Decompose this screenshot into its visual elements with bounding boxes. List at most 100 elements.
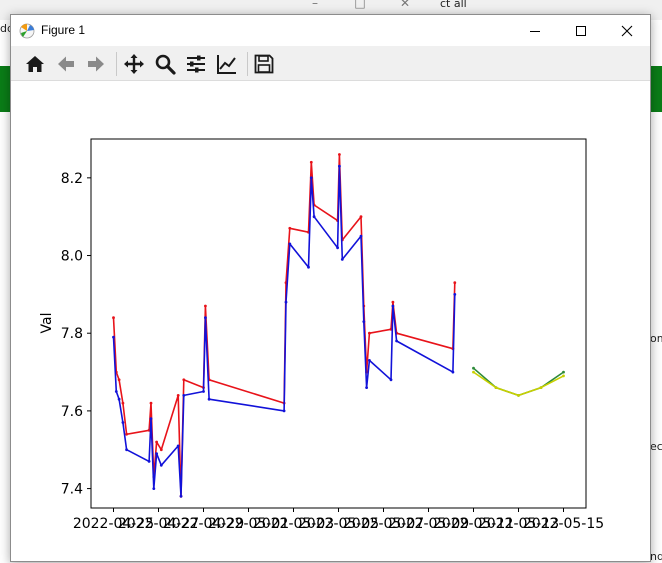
data-point [155,440,159,444]
data-point [202,390,205,393]
pan-icon [124,54,144,74]
data-point [112,335,115,339]
data-point [147,460,151,463]
navigation-toolbar [11,46,650,81]
y-tick-label: 8.0 [61,249,83,265]
data-point [307,265,310,269]
data-point [117,378,121,382]
data-point [494,386,498,389]
maximize-button[interactable] [558,15,604,46]
background-text-fragment: ect [650,440,662,453]
data-point [121,421,125,424]
minimize-icon [530,30,540,32]
close-button[interactable] [604,15,650,46]
y-axis-label: Val [39,313,55,334]
forward-arrow-icon [88,56,104,72]
data-point [152,487,156,490]
edit-axes-icon [217,55,236,74]
data-point [114,390,118,393]
home-button[interactable] [21,50,49,78]
data-point [453,281,457,285]
background-text-fragment: om [650,332,662,345]
data-point [309,160,313,164]
y-tick-label: 7.6 [61,404,83,420]
data-point [359,215,363,219]
y-axis: 7.4 7.6 7.8 8.0 8.2 [61,171,91,498]
background-close-icon: ✕ [399,0,411,10]
data-point [562,374,565,378]
data-point [207,397,211,401]
data-point [179,494,183,498]
data-point [517,394,520,397]
data-point [359,234,363,238]
data-point [204,316,207,320]
data-point [117,397,121,401]
data-point [176,444,180,448]
zoom-button[interactable] [151,50,179,78]
data-point [472,370,475,374]
subplots-config-icon [187,55,205,73]
maximize-icon [576,25,586,36]
data-point [391,300,395,304]
data-point [112,316,115,320]
data-point [368,359,371,362]
toolbar-separator [247,52,248,76]
data-point [453,293,457,296]
y-tick-label: 7.8 [61,326,83,342]
pan-button[interactable] [120,50,148,78]
toolbar-separator [116,52,117,76]
data-point [368,331,371,335]
data-point [159,463,163,467]
data-point [204,304,207,308]
data-point [338,164,341,168]
data-point [309,176,313,180]
data-point [539,386,543,389]
data-point [312,215,316,219]
home-icon [26,56,44,72]
x-axis: 2022-04-252022-04-272022-04-292022-05-01… [73,508,604,532]
data-point [159,448,163,452]
data-point [282,409,286,413]
data-point [288,242,292,246]
data-point [284,300,288,304]
data-point [365,386,368,389]
data-point [125,432,128,436]
data-point [176,394,180,397]
background-minimize-icon: – [312,0,318,10]
close-icon [621,25,633,36]
data-point [149,417,153,421]
background-maximize-icon: □ [354,0,366,10]
zoom-icon [155,54,176,75]
back-arrow-icon [58,56,74,72]
back-button[interactable] [52,50,80,78]
data-point [389,378,393,382]
data-point [182,394,186,397]
data-point [391,304,395,308]
forward-button[interactable] [82,50,110,78]
title-bar[interactable]: Figure 1 [11,15,650,46]
window-title: Figure 1 [41,23,86,37]
subplots-button[interactable] [182,50,210,78]
edit-axes-button[interactable] [213,50,241,78]
minimize-button[interactable] [512,15,558,46]
data-point [362,320,366,323]
data-point [155,452,159,455]
save-button[interactable] [250,50,278,78]
y-tick-label: 8.2 [61,171,83,187]
save-icon [254,54,274,74]
data-point [336,246,339,250]
data-point [395,339,398,343]
data-point [451,370,455,374]
data-point [340,258,344,261]
data-point [288,226,292,230]
data-point [125,448,128,452]
background-text-fragment: nd [650,550,662,563]
matplotlib-app-icon [19,23,35,39]
x-tick-label: 2022-05-15 [523,516,604,532]
data-point [121,401,125,405]
data-point [149,401,153,405]
data-point [562,370,565,374]
background-text-fragment: ct all [440,0,467,10]
plot-canvas[interactable]: 7.4 7.6 7.8 8.0 8.2 2022-04-252022-04-272022… [11,81,650,561]
data-point [182,378,186,382]
